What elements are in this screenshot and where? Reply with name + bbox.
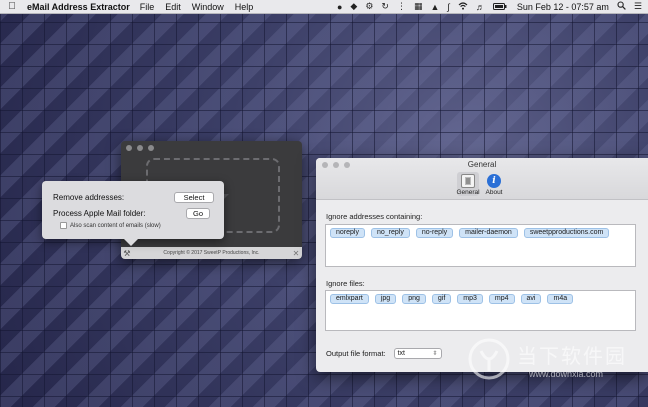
drop-window-footer: ⚒ Copyright © 2017 SweetP Productions, I… <box>121 247 302 259</box>
tab-about[interactable]: i About <box>483 172 505 196</box>
go-button[interactable]: Go <box>186 208 210 219</box>
apple-menu-icon[interactable]:  <box>5 1 19 12</box>
output-format-label: Output file format: <box>326 349 386 358</box>
tab-general-label: General <box>456 189 480 196</box>
gear-icon[interactable]: ⚙ <box>365 1 373 12</box>
sync-icon[interactable]: ↻ <box>381 1 389 12</box>
ignore-address-token[interactable]: no-reply <box>415 228 454 238</box>
ignore-address-token[interactable]: mailer-daemon <box>459 228 518 238</box>
app-menu[interactable]: eMail Address Extractor <box>27 2 130 12</box>
remove-addresses-label: Remove addresses: <box>53 193 125 202</box>
bluetooth-icon[interactable]: ∫ <box>447 2 449 12</box>
ignore-addresses-tokens: noreply no_reply no-reply mailer-daemon swee… <box>326 225 635 241</box>
ignore-file-token[interactable]: jpg <box>374 294 397 304</box>
dropbox-icon[interactable]: ◆ <box>350 1 357 12</box>
watermark-url: www.downxia.com <box>529 369 604 379</box>
menu-bar:  eMail Address Extractor File Edit Wind… <box>0 0 648 14</box>
battery-icon[interactable] <box>492 2 507 12</box>
tab-about-label: About <box>485 189 503 196</box>
ignore-file-token[interactable]: avi <box>520 294 542 304</box>
clipboard-icon[interactable]: ▦ <box>414 1 423 12</box>
select-button[interactable]: Select <box>174 192 214 203</box>
ignore-file-token[interactable]: emlxpart <box>330 294 369 304</box>
scan-content-checkbox[interactable] <box>60 222 67 229</box>
ignore-file-token[interactable]: png <box>402 294 426 304</box>
process-mail-label: Process Apple Mail folder: <box>53 209 146 218</box>
general-icon <box>461 174 475 188</box>
window-controls <box>126 145 154 151</box>
ignore-files-field[interactable]: emlxpart jpg png gif mp3 mp4 avi m4a <box>325 290 636 331</box>
options-popover: Remove addresses: Select Process Apple M… <box>42 181 224 246</box>
ignore-address-token[interactable]: no_reply <box>370 228 410 238</box>
window-title: General <box>467 160 497 169</box>
search-icon[interactable] <box>617 1 626 12</box>
ignore-addresses-field[interactable]: noreply no_reply no-reply mailer-daemon swee… <box>325 224 636 267</box>
preferences-toolbar: General i About <box>456 172 505 196</box>
ignore-file-token[interactable]: mp4 <box>488 294 515 304</box>
output-format-select[interactable]: txt ⇳ <box>393 348 442 359</box>
user-icon[interactable]: ● <box>337 2 342 12</box>
ignore-file-token[interactable]: m4a <box>547 294 574 304</box>
ignore-addresses-label: Ignore addresses containing: <box>326 212 423 221</box>
menu-file[interactable]: File <box>140 2 155 12</box>
dots-icon[interactable]: ⋮ <box>397 1 406 12</box>
watermark-text: 当下软件园 <box>517 344 627 368</box>
preferences-titlebar: General General i About <box>316 158 648 200</box>
ignore-address-token[interactable]: sweetpproductions.com <box>523 228 610 238</box>
menu-help[interactable]: Help <box>235 2 254 12</box>
menubar-clock[interactable]: Sun Feb 12 - 07:57 am <box>517 2 609 12</box>
popover-tail <box>124 239 138 246</box>
output-format-value: txt <box>397 350 405 357</box>
chevron-updown-icon: ⇳ <box>432 351 438 357</box>
ignore-files-tokens: emlxpart jpg png gif mp3 mp4 avi m4a <box>326 291 635 307</box>
ignore-files-label: Ignore files: <box>326 279 365 288</box>
scan-content-option[interactable]: Also scan content of emails (slow) <box>60 222 161 229</box>
ignore-file-token[interactable]: gif <box>431 294 452 304</box>
wifi-icon[interactable] <box>458 1 468 12</box>
wrench-icon[interactable]: ⚒ <box>121 249 133 258</box>
watermark-logo-icon <box>468 338 510 380</box>
ignore-address-token[interactable]: noreply <box>330 228 365 238</box>
close-button[interactable] <box>126 145 132 151</box>
info-icon: i <box>487 174 501 188</box>
minimize-button[interactable] <box>137 145 143 151</box>
close-icon[interactable]: ✕ <box>290 249 302 258</box>
output-format-row: Output file format: txt ⇳ <box>326 348 442 359</box>
zoom-button[interactable] <box>148 145 154 151</box>
list-icon[interactable]: ☰ <box>634 1 642 12</box>
scan-content-label: Also scan content of emails (slow) <box>70 222 161 229</box>
menu-edit[interactable]: Edit <box>165 2 181 12</box>
volume-icon[interactable]: ♬ <box>476 2 485 12</box>
tab-general[interactable]: General <box>456 172 480 196</box>
drive-icon[interactable]: ▲ <box>430 2 439 12</box>
menu-window[interactable]: Window <box>192 2 224 12</box>
copyright-text: Copyright © 2017 SweetP Productions, Inc… <box>163 250 260 256</box>
watermark: 当下软件园 www.downxia.com <box>467 336 637 392</box>
ignore-file-token[interactable]: mp3 <box>457 294 483 304</box>
status-area: ● ◆ ⚙ ↻ ⋮ ▦ ▲ ∫ ♬ Sun Feb 12 - 07:57 am … <box>337 1 648 12</box>
